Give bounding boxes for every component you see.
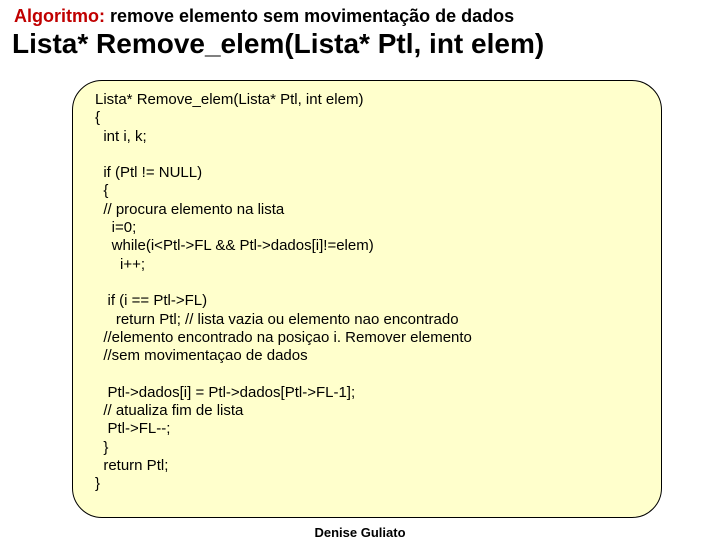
title-rest: remove elemento sem movimentação de dado…	[105, 6, 514, 26]
code-box: Lista* Remove_elem(Lista* Ptl, int elem)…	[72, 80, 662, 518]
code-listing: Lista* Remove_elem(Lista* Ptl, int elem)…	[95, 91, 639, 494]
title-prefix: Algoritmo:	[14, 6, 105, 26]
slide: Algoritmo: remove elemento sem movimenta…	[0, 6, 720, 546]
slide-title-line1: Algoritmo: remove elemento sem movimenta…	[14, 6, 720, 27]
slide-title-signature: Lista* Remove_elem(Lista* Ptl, int elem)	[12, 27, 720, 61]
footer-author: Denise Guliato	[0, 525, 720, 540]
